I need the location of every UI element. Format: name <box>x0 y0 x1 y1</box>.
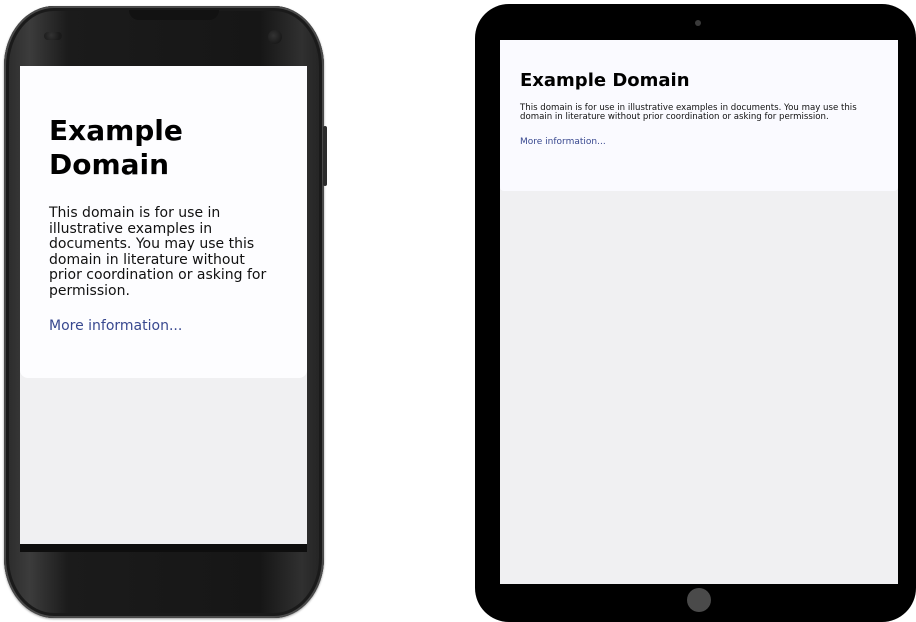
tablet-page-heading: Example Domain <box>520 70 690 91</box>
phone-bottom-bezel <box>20 544 307 552</box>
phone-sensor-icon <box>44 32 62 40</box>
phone-more-information-link[interactable]: More information... <box>49 318 182 334</box>
tablet-page-body-text: This domain is for use in illustrative e… <box>520 103 857 122</box>
phone-page-body-text: This domain is for use in illustrative e… <box>49 205 267 299</box>
phone-earpiece <box>129 10 219 20</box>
phone-front-camera-icon <box>268 30 282 44</box>
tablet-camera-icon <box>695 20 701 26</box>
device-preview-stage: Example Domain This domain is for use in… <box>0 0 916 622</box>
phone-page-card: Example Domain This domain is for use in… <box>20 66 307 378</box>
phone-device-frame: Example Domain This domain is for use in… <box>4 6 327 618</box>
tablet-home-button[interactable] <box>687 588 711 612</box>
phone-screen: Example Domain This domain is for use in… <box>20 66 307 544</box>
phone-page-heading: Example Domain <box>49 114 183 181</box>
tablet-device-frame: Example Domain This domain is for use in… <box>475 4 916 622</box>
tablet-more-information-link[interactable]: More information... <box>520 137 606 147</box>
tablet-page-card: Example Domain This domain is for use in… <box>500 40 898 191</box>
tablet-screen: Example Domain This domain is for use in… <box>500 40 898 584</box>
phone-side-button <box>323 126 327 186</box>
